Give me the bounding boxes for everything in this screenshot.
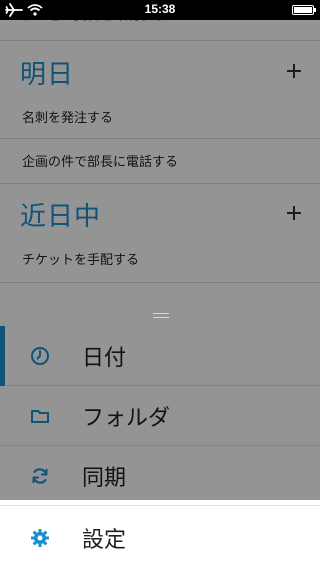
status-time: 15:38	[144, 2, 176, 16]
gear-icon	[31, 529, 49, 547]
dim-overlay[interactable]	[0, 0, 320, 500]
drawer-handle[interactable]	[153, 313, 169, 318]
status-bar: 15:38	[0, 0, 320, 20]
battery-icon	[292, 5, 316, 15]
menu-item-label: 設定	[82, 528, 127, 553]
menu-item-settings[interactable]: 設定	[0, 508, 320, 568]
